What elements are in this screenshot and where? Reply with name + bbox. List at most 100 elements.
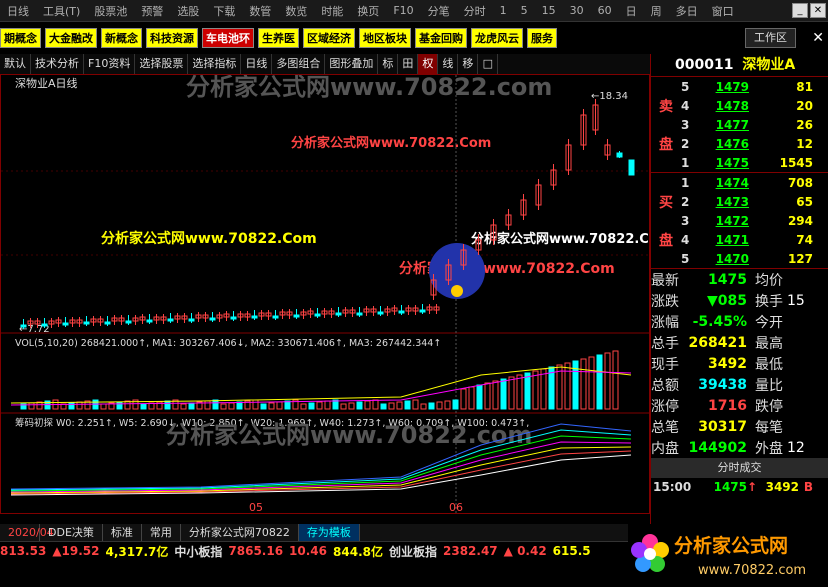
category-button[interactable]: 期概念 [0,28,41,48]
category-button[interactable]: 服务 [527,28,557,48]
tick-vol: 3492 [765,480,799,494]
volume-bar [604,352,611,410]
menu-item[interactable]: 30 [563,4,591,17]
toolbar-button[interactable]: 选择股票 [135,54,189,74]
toolbar-button[interactable]: 权 [418,54,439,74]
tab-3[interactable]: 分析家公式网70822 [181,524,299,541]
quote-label: 涨幅 [651,314,679,331]
category-button[interactable]: 地区板块 [359,28,411,48]
menu-item[interactable]: 60 [591,4,619,17]
tab-1[interactable]: 标准 [103,524,142,541]
volume-bar [28,402,35,410]
menu-item[interactable]: 1 [493,4,514,17]
menu-item[interactable]: 日线 [0,3,36,19]
kline-svg[interactable]: 深物业A日线←18.34←7.72VOL(5,10,20) 268421.000… [1,73,671,514]
volume-bar [476,384,483,410]
close-icon[interactable]: ✕ [812,30,824,46]
quote-value: 1475 [708,271,747,288]
category-button[interactable]: 生养医 [258,28,299,48]
category-button[interactable]: 车电池环 [202,28,254,48]
menu-item[interactable]: 工具(T) [36,3,87,19]
toolbar-button[interactable]: 图形叠加 [325,54,379,74]
toolbar-button[interactable]: 选择指标 [188,54,242,74]
template-tabs: 2020/04 DDE决策 标准 常用 分析家公式网70822 存为模板 [0,524,650,541]
volume-bar [276,401,283,410]
side-label: 卖 [659,98,673,115]
price[interactable]: 1476 [695,137,749,151]
quote-label: 最高 [755,335,783,352]
menu-item[interactable]: 下载 [206,3,242,19]
tab-2[interactable]: 常用 [142,524,181,541]
category-button[interactable]: 龙虎风云 [471,28,523,48]
toolbar-button[interactable]: 线 [438,54,459,74]
category-button[interactable]: 新概念 [101,28,142,48]
candle-body [167,318,174,322]
toolbar-button[interactable]: 默认 [0,54,31,74]
volume-bar [412,399,419,410]
menu-item[interactable]: 分时 [457,3,493,19]
toolbar-button[interactable]: F10资料 [84,54,136,74]
toolbar-button[interactable]: 移 [458,54,479,74]
side-label: 盘 [659,232,673,249]
menu-item[interactable]: 多日 [669,3,705,19]
menu-item[interactable]: 数管 [242,3,278,19]
price[interactable]: 1471 [695,233,749,247]
volume-bar [612,350,619,410]
orderbook-row: 盘 2 1476 12 [651,134,828,153]
category-button[interactable]: 科技资源 [146,28,198,48]
menu-item[interactable]: 数览 [278,3,314,19]
price[interactable]: 1470 [695,252,749,266]
logo-svg: 分析家公式网 www.70822.com [631,534,806,578]
menu-item[interactable]: 分笔 [421,3,457,19]
menu-item[interactable]: 选股 [170,3,206,19]
workzone-button[interactable]: 工作区 [745,28,796,48]
candle-body [293,314,300,318]
volume-bar [252,399,259,410]
level: 2 [681,194,690,209]
tab-0[interactable]: DDE决策 [40,524,103,541]
menu-item[interactable]: 时能 [314,3,350,19]
menu-item[interactable]: 窗口 [705,3,741,19]
price[interactable]: 1472 [695,214,749,228]
toolbar-button[interactable]: 多图组合 [272,54,326,74]
site-logo: 分析家公式网 www.70822.com [628,524,828,584]
menu-item[interactable]: F10 [386,4,420,17]
price[interactable]: 1479 [695,80,749,94]
vol-legend: VOL(5,10,20) 268421.000↑, MA1: 303267.40… [15,338,441,349]
high-label: ←18.34 [591,91,628,102]
menu-item[interactable]: 股票池 [87,3,134,19]
chart-toolbar: 默认 技术分析 F10资料 选择股票 选择指标 日线 多图组合 图形叠加标田权线移 □ [0,54,650,74]
quote-value: 268421 [688,334,747,351]
level: 3 [681,117,690,132]
tick-title[interactable]: 分时成交 [651,458,828,478]
price[interactable]: 1474 [695,176,749,190]
price[interactable]: 1473 [695,195,749,209]
kline-chart-area[interactable]: 深物业A日线 ←18.34 ←7.72 VOL(5,10,20) 268421.000… [0,73,671,514]
toolbar-button[interactable]: 标 [378,54,399,74]
close-icon[interactable]: ✕ [810,3,826,18]
category-button[interactable]: 基金回购 [415,28,467,48]
category-button[interactable]: 区域经济 [303,28,355,48]
logo-url: www.70822.com [698,563,806,578]
level: 1 [681,155,690,170]
price[interactable]: 1475 [695,156,749,170]
toolbar-button[interactable]: 日线 [241,54,273,74]
price[interactable]: 1477 [695,118,749,132]
level: 4 [681,98,690,113]
toolbar-button[interactable]: 技术分析 [31,54,84,74]
menu-item[interactable]: 换页 [350,3,386,19]
menu-item[interactable]: 日 [619,3,644,19]
candle-body [20,324,27,328]
menu-item[interactable]: 预警 [134,3,170,19]
price[interactable]: 1478 [695,99,749,113]
menu-item[interactable]: 5 [514,4,535,17]
toolbar-button[interactable]: 田 [398,54,419,74]
menu-item[interactable]: 15 [535,4,563,17]
volume: 74 [796,232,813,247]
toolbar-button[interactable]: □ [478,54,499,74]
minimize-icon[interactable]: _ [792,3,808,18]
category-button[interactable]: 大金融改 [45,28,97,48]
tab-4[interactable]: 存为模板 [298,524,360,541]
orderbook-row: 卖 4 1478 20 [651,96,828,115]
menu-item[interactable]: 周 [644,3,669,19]
